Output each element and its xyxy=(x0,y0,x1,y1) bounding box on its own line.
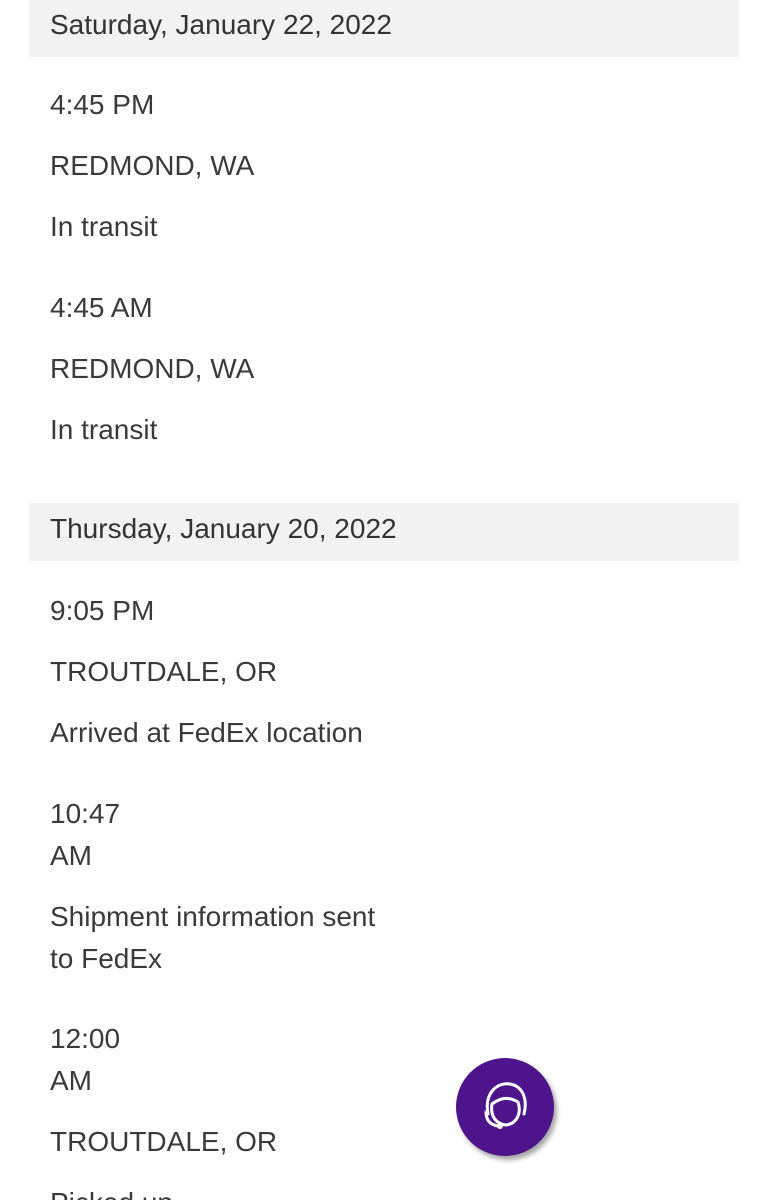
event-status: Arrived at FedEx location xyxy=(50,717,363,748)
event-status: Picked up xyxy=(50,1182,173,1200)
event-location: TROUTDALE, OR xyxy=(50,656,278,687)
event-status: In transit xyxy=(50,414,158,445)
event-time: AM xyxy=(50,840,92,871)
event-time: 4:45 AM xyxy=(50,292,153,323)
event-status: In transit xyxy=(50,211,158,242)
date-label: Thursday, January 20, 2022 xyxy=(50,513,397,544)
event-location: REDMOND, WA xyxy=(50,353,255,384)
event-time: 9:05 PM xyxy=(50,595,155,626)
event-time: 12:00 xyxy=(50,1023,121,1054)
event-time: 4:45 PM xyxy=(50,89,155,120)
date-header: Thursday, January 20, 2022 xyxy=(29,503,739,561)
chat-support-button[interactable] xyxy=(456,1058,554,1156)
customer-support-agent-icon xyxy=(484,1082,527,1129)
event-time: AM xyxy=(50,1065,92,1096)
event-time: 10:47 xyxy=(50,798,121,829)
date-header: Saturday, January 22, 2022 xyxy=(29,0,739,57)
date-label: Saturday, January 22, 2022 xyxy=(50,9,392,40)
event-status: Shipment information sent to FedEx xyxy=(50,901,376,974)
event-location: REDMOND, WA xyxy=(50,150,255,181)
event-location: TROUTDALE, OR xyxy=(50,1126,278,1157)
